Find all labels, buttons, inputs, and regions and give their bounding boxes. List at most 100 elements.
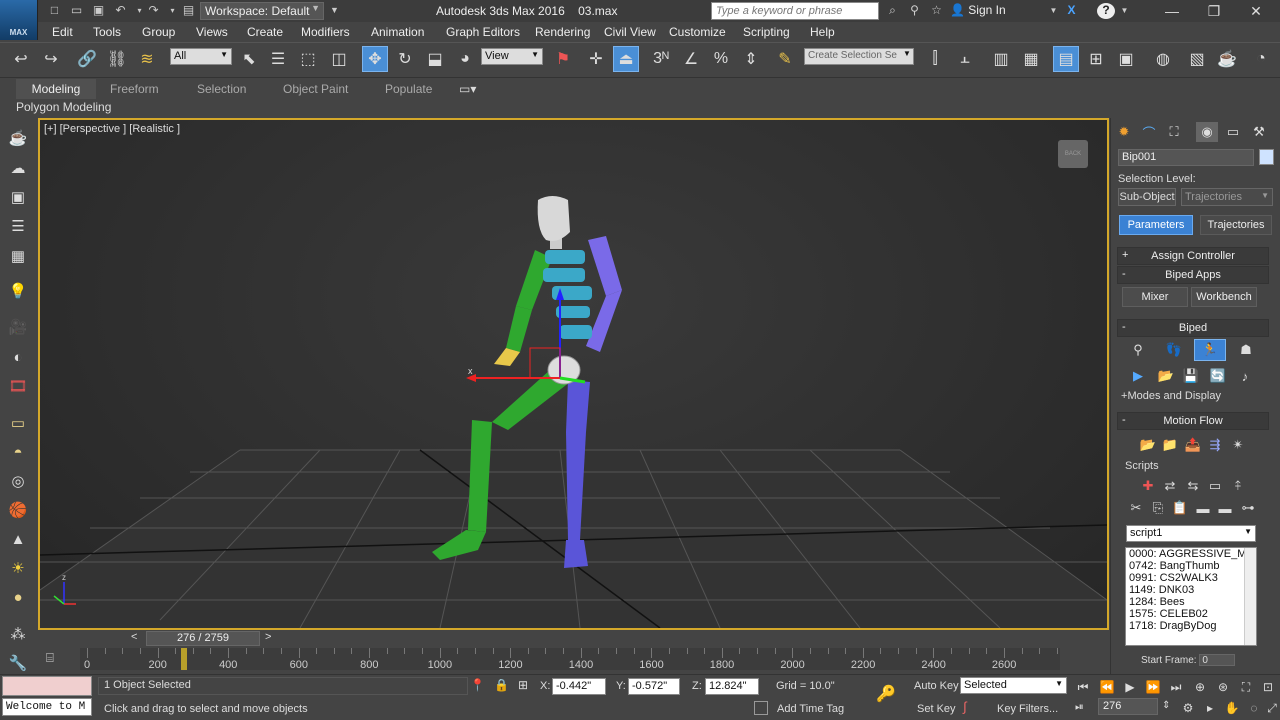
edit-transition-icon[interactable]: ▭ (1205, 477, 1225, 495)
previous-frame-icon[interactable]: ⏪ (1097, 678, 1117, 696)
curve-editor-icon[interactable]: ▤ (1053, 46, 1079, 72)
redo-icon[interactable]: ↪ (38, 46, 64, 72)
percent-snap-icon[interactable]: % (708, 46, 734, 72)
rollout-biped-apps[interactable]: - Biped Apps (1117, 266, 1269, 284)
load-file-icon[interactable]: 📂 (1156, 367, 1176, 385)
auto-key-button[interactable]: Auto Key (914, 680, 959, 692)
save-file-icon[interactable]: 💾 (1181, 367, 1201, 385)
y-coord-input[interactable]: -0.572" (628, 678, 680, 695)
tab-selection[interactable]: Selection (197, 82, 246, 96)
mini-curve-editor-icon[interactable]: ⌸ (46, 650, 54, 666)
display-tab-icon[interactable]: ▭ (1222, 122, 1244, 142)
object-color-swatch[interactable] (1259, 149, 1274, 165)
snaps-toggle-icon[interactable]: 3ᴺ (648, 46, 674, 72)
zoom-extents-icon[interactable]: ⛶ (1236, 678, 1256, 696)
list-item[interactable]: 1718: DragByDog (1126, 620, 1256, 632)
script-options-icon[interactable]: ⤉ (1228, 477, 1248, 495)
parameters-button[interactable]: Parameters (1119, 215, 1193, 235)
save-file-icon[interactable]: ▣ (90, 3, 107, 18)
menu-customize[interactable]: Customize (669, 25, 726, 39)
pivot-center-icon[interactable]: ⚑ (550, 46, 576, 72)
modify-tab-icon[interactable]: ⌒ (1138, 122, 1160, 142)
viewcube[interactable]: BACK (1058, 140, 1088, 168)
current-frame-marker[interactable] (181, 648, 188, 670)
pan-view-icon[interactable]: ✋ (1222, 699, 1242, 717)
list-icon[interactable]: ☰ (6, 215, 30, 237)
key-selection-dropdown[interactable]: Selected ▼ (960, 677, 1067, 694)
motion-flow-mode-icon[interactable]: 🏃 (1194, 339, 1226, 361)
rollout-assign-controller[interactable]: + Assign Controller (1117, 247, 1269, 265)
list-scrollbar[interactable] (1244, 548, 1256, 645)
delete-clip-icon[interactable]: ▬ (1193, 499, 1213, 517)
binoculars-icon[interactable]: ⌕ (884, 3, 901, 18)
workspace-menu-icon[interactable]: ▼ (326, 3, 343, 18)
unlink-selection-icon[interactable]: ⛓ (104, 46, 130, 72)
go-to-end-icon[interactable]: ⏭ (1166, 678, 1186, 696)
key-filters-button[interactable]: Key Filters... (997, 703, 1058, 715)
save-mfe-icon[interactable]: 📤 (1183, 436, 1203, 454)
tab-freeform[interactable]: Freeform (110, 82, 159, 96)
trajectories-button[interactable]: Trajectories (1200, 215, 1272, 235)
play-icon[interactable]: ▶ (1120, 678, 1140, 696)
isolate-selection-icon[interactable]: 📍 (470, 678, 485, 692)
select-object-icon[interactable]: ⬉ (236, 46, 262, 72)
render-in-cloud-icon[interactable]: ◔ (1248, 46, 1274, 72)
select-by-name-icon[interactable]: ☰ (265, 46, 291, 72)
window-crossing-icon[interactable]: ◫ (326, 46, 352, 72)
select-and-rotate-icon[interactable]: ↻ (392, 46, 418, 72)
z-coord-input[interactable]: 12.824" (705, 678, 759, 695)
edit-named-selection-icon[interactable]: ✎ (772, 46, 798, 72)
key-mode-toggle-icon[interactable]: ⏯ (1075, 701, 1084, 714)
viewport-label-menu[interactable]: [+] [Perspective ] [Realistic ] (44, 123, 180, 135)
selection-filter-dropdown[interactable]: All ▼ (170, 48, 232, 65)
menu-create[interactable]: Create (247, 25, 283, 39)
load-mfe-icon[interactable]: 📂 (1138, 436, 1158, 454)
minimize-button[interactable]: — (1157, 2, 1187, 20)
list-item[interactable]: 0742: BangThumb (1126, 560, 1256, 572)
undo-icon[interactable]: ↩ (8, 46, 34, 72)
append-mfe-icon[interactable]: 📁 (1160, 436, 1180, 454)
sign-in-button[interactable]: 👤 Sign In (950, 3, 1006, 17)
sphere-icon[interactable]: ● (6, 586, 30, 608)
menu-rendering[interactable]: Rendering (535, 25, 590, 39)
select-and-scale-icon[interactable]: ⬓ (422, 46, 448, 72)
create-script-icon[interactable]: ✚ (1138, 477, 1158, 495)
reference-coordinate-dropdown[interactable]: View ▼ (481, 48, 543, 65)
figure-mode-icon[interactable]: ⚲ (1128, 341, 1148, 359)
time-configuration-icon[interactable]: ⚙ (1178, 699, 1198, 717)
spinner-snap-icon[interactable]: ⇕ (738, 46, 764, 72)
menu-animation[interactable]: Animation (371, 25, 424, 39)
rectangular-selection-icon[interactable]: ⬚ (295, 46, 321, 72)
biped-playback-icon[interactable]: ▶ (1128, 367, 1148, 385)
menu-help[interactable]: Help (810, 25, 835, 39)
camera-icon[interactable]: 🎥 (6, 316, 30, 338)
menu-civil-view[interactable]: Civil View (604, 25, 656, 39)
clear-script-icon[interactable]: ▬ (1215, 499, 1235, 517)
cloud-icon[interactable]: ☁ (6, 157, 30, 179)
workbench-button[interactable]: Workbench (1191, 287, 1257, 307)
app-logo-button[interactable]: MAX (0, 0, 38, 40)
maximize-button[interactable]: ❐ (1199, 2, 1229, 20)
project-folder-icon[interactable]: ▤ (180, 3, 197, 18)
help-icon[interactable]: ? (1097, 3, 1115, 19)
tab-populate[interactable]: Populate (385, 82, 432, 96)
define-script-icon[interactable]: ⇆ (1183, 477, 1203, 495)
ribbon-panel-polygon-modeling[interactable]: Polygon Modeling (16, 100, 111, 114)
mirror-icon[interactable]: ⫿ (922, 46, 948, 72)
select-manipulate-icon[interactable]: ✛ (583, 46, 609, 72)
zoom-all-icon[interactable]: ⊛ (1213, 678, 1233, 696)
zoom-icon[interactable]: ⊕ (1190, 678, 1210, 696)
time-slider-next-button[interactable]: > (265, 631, 271, 643)
frame-spinner-icon[interactable]: ⇕ (1162, 700, 1170, 711)
particle-icon[interactable]: ⁂ (6, 623, 30, 645)
script-dropdown[interactable]: script1 ▼ (1126, 525, 1256, 542)
rendered-frame-window-icon[interactable]: ▧ (1184, 46, 1210, 72)
insert-script-icon[interactable]: ⇄ (1160, 477, 1180, 495)
hierarchy-tab-icon[interactable]: ⛶ (1163, 122, 1185, 142)
render-production-icon[interactable]: ☕ (1214, 46, 1240, 72)
sub-object-dropdown[interactable]: Trajectories ▼ (1181, 188, 1273, 206)
menu-modifiers[interactable]: Modifiers (301, 25, 350, 39)
menu-tools[interactable]: Tools (93, 25, 121, 39)
image-icon[interactable]: ▣ (6, 186, 30, 208)
list-item[interactable]: 1149: DNK03 (1126, 584, 1256, 596)
